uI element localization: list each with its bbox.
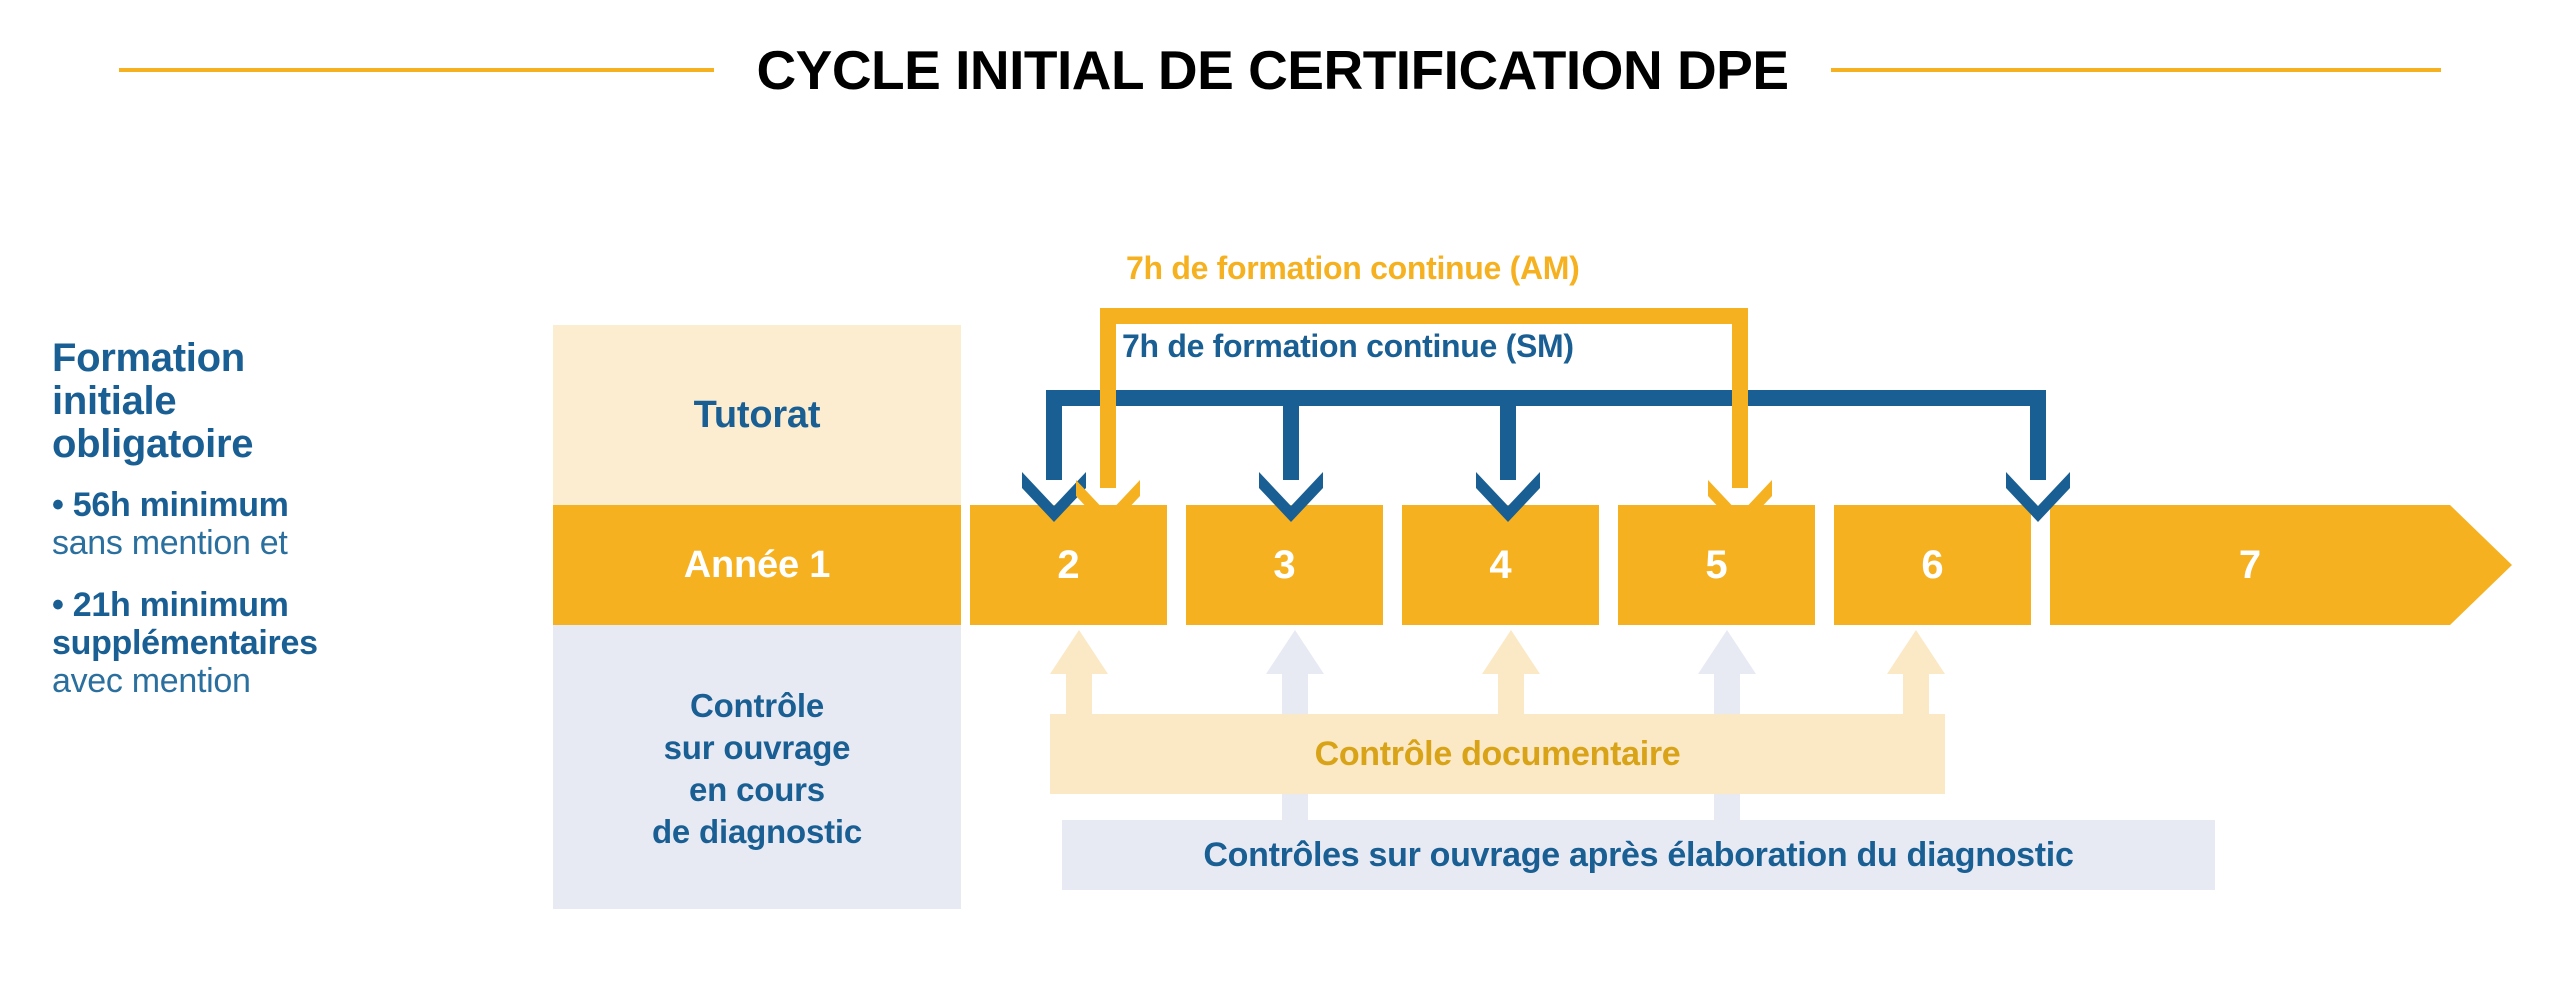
year-box-4: 4 (1402, 505, 1599, 625)
controle-line-2: sur ouvrage (663, 728, 851, 766)
infographic-canvas: CYCLE INITIAL DE CERTIFICATION DPE Forma… (0, 0, 2560, 989)
sm-drop-year-4 (1500, 390, 1516, 480)
controle-line-4: de diagnostic (651, 813, 863, 851)
am-bracket-rail (1100, 308, 1748, 324)
band-controle-documentaire-label: Contrôle documentaire (1314, 734, 1681, 773)
title-row: CYCLE INITIAL DE CERTIFICATION DPE (0, 40, 2560, 100)
label-formation-continue-sm: 7h de formation continue (SM) (1122, 328, 1574, 364)
bullet-1-light: sans mention et (52, 524, 288, 563)
year-box-6-label: 6 (1921, 542, 1944, 587)
sm-arrowhead-year-4-icon (1476, 472, 1540, 522)
timeline-arrow-tip-icon (2450, 505, 2512, 625)
left-heading-line-2: initiale (52, 379, 177, 423)
bullet-2-light: avec mention (52, 662, 251, 701)
year-arrow-7-label: 7 (2238, 542, 2262, 587)
sm-drop-year-6 (2030, 390, 2046, 480)
bullet-item-2: • 21h minimum supplémentaires avec menti… (52, 586, 482, 700)
controle-ouvrage-block: Contrôle sur ouvrage en cours de diagnos… (553, 625, 961, 909)
year-box-5-label: 5 (1705, 542, 1728, 587)
year-box-3-label: 3 (1273, 542, 1296, 587)
title-rule-left-icon (119, 68, 715, 72)
sm-drop-year-2 (1046, 390, 1062, 480)
band-controles-sur-ouvrage-label: Contrôles sur ouvrage après élaboration … (1203, 835, 2074, 874)
bullet-item-1: • 56h minimum sans mention et (52, 486, 482, 562)
bullet-1-strong: • 56h minimum (52, 486, 289, 524)
page-title: CYCLE INITIAL DE CERTIFICATION DPE (756, 39, 1789, 101)
controle-line-3: en cours (689, 771, 825, 808)
sm-bracket-rail (1046, 390, 2046, 406)
sm-drop-year-3 (1283, 390, 1299, 480)
left-heading-line-3: obligatoire (52, 422, 254, 466)
controle-line-1: Contrôle (689, 686, 825, 724)
year-box-2-label: 2 (1057, 542, 1080, 587)
am-drop-year-2 (1100, 308, 1116, 488)
left-description-column: Formation initiale obligatoire • 56h min… (52, 338, 482, 700)
year-box-3: 3 (1186, 505, 1383, 625)
label-formation-continue-am: 7h de formation continue (AM) (1126, 250, 1580, 286)
am-arrowhead-year-5-icon (1708, 480, 1772, 530)
year-one-stack: Tutorat Année 1 Contrôle sur ouvrage en … (553, 325, 961, 909)
year-arrow-7: 7 (2050, 505, 2512, 625)
title-rule-right-icon (1830, 68, 2441, 72)
sm-arrowhead-year-6-icon (2006, 472, 2070, 522)
tutorat-label: Tutorat (693, 393, 821, 436)
year-box-4-label: 4 (1489, 542, 1512, 587)
left-heading: Formation initiale obligatoire (52, 338, 482, 464)
annee-1-label: Année 1 (683, 543, 831, 586)
band-controle-documentaire: Contrôle documentaire (1050, 714, 1945, 794)
am-drop-year-5 (1732, 308, 1748, 488)
sm-arrowhead-year-3-icon (1259, 472, 1323, 522)
left-heading-line-1: Formation (52, 336, 245, 380)
am-arrowhead-year-2-icon (1076, 480, 1140, 530)
bullet-2-strong-2: supplémentaires (52, 624, 318, 663)
year-box-6: 6 (1834, 505, 2031, 625)
bullet-2-strong: • 21h minimum (52, 586, 289, 625)
tutorat-block: Tutorat (553, 325, 961, 505)
band-controles-sur-ouvrage: Contrôles sur ouvrage après élaboration … (1062, 820, 2215, 890)
annee-1-block: Année 1 (553, 505, 961, 625)
